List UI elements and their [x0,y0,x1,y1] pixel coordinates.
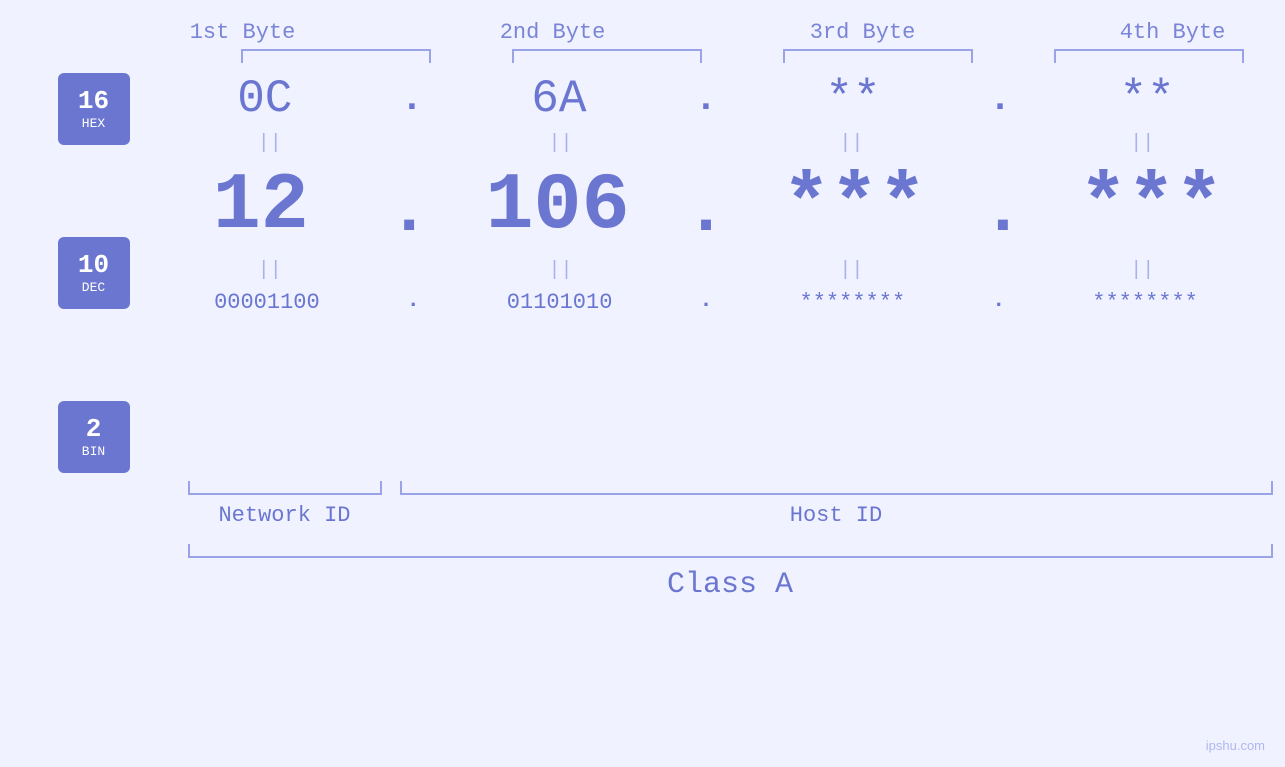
byte4-header: 4th Byte [1048,20,1285,45]
host-id-label: Host ID [400,503,1273,528]
bracket-top-2 [512,49,702,63]
byte-headers: 1st Byte 2nd Byte 3rd Byte 4th Byte [88,20,1285,45]
top-brackets [200,49,1285,63]
hex-row: 0C . 6A . ** . ** [140,73,1273,125]
byte2-header: 2nd Byte [428,20,678,45]
id-labels-row: Network ID Host ID [188,503,1273,528]
bracket-network [188,481,382,495]
hex-name: HEX [82,116,105,131]
sep1-b3: || [726,132,976,155]
bottom-brackets [188,481,1273,495]
hex-b1: 0C [150,73,380,125]
sep2-b1: || [145,259,395,282]
bin-badge: 2 BIN [58,401,130,473]
bracket-top-4 [1054,49,1244,63]
bin-row: 00001100 . 01101010 . ******** . *******… [140,288,1273,317]
bin-b3: ******** [737,290,967,315]
sep2-b4: || [1017,259,1267,282]
hex-dot2: . [695,78,718,125]
bin-dot2: . [699,288,712,317]
dec-number: 10 [78,251,109,280]
hex-dot3: . [989,78,1012,125]
bracket-top-3 [783,49,973,63]
bin-dot3: . [992,288,1005,317]
bracket-host [400,481,1273,495]
bin-number: 2 [86,415,102,444]
dec-b3: *** [739,161,969,252]
dec-b4: *** [1036,161,1266,252]
sep1-b2: || [436,132,686,155]
hex-b4: ** [1032,73,1262,125]
dec-b1: 12 [146,161,376,252]
hex-b3: ** [738,73,968,125]
sep1-b1: || [145,132,395,155]
dec-row: 12 . 106 . *** . *** [140,161,1273,252]
dec-dot3: . [982,173,1024,252]
main-container: 1st Byte 2nd Byte 3rd Byte 4th Byte 16 H… [0,0,1285,767]
dec-name: DEC [82,280,105,295]
dec-badge: 10 DEC [58,237,130,309]
dec-dot2: . [685,173,727,252]
network-id-label: Network ID [188,503,382,528]
bin-b4: ******** [1030,290,1260,315]
main-content: 16 HEX 10 DEC 2 BIN 0C . 6A . ** [13,73,1273,473]
bin-name: BIN [82,444,105,459]
sep2-b3: || [726,259,976,282]
hex-b2: 6A [444,73,674,125]
bin-b2: 01101010 [445,290,675,315]
dec-b2: 106 [443,161,673,252]
sep-row-1: || || || || [140,125,1273,161]
class-label: Class A [188,568,1273,602]
watermark: ipshu.com [1206,738,1265,753]
hex-number: 16 [78,87,109,116]
hex-badge: 16 HEX [58,73,130,145]
base-labels: 16 HEX 10 DEC 2 BIN [58,73,130,473]
rows-container: 0C . 6A . ** . ** || || || || 12 [140,73,1273,473]
bracket-top-1 [241,49,431,63]
sep2-b2: || [436,259,686,282]
byte3-header: 3rd Byte [738,20,988,45]
bottom-section: Network ID Host ID Class A [13,481,1273,602]
bin-b1: 00001100 [152,290,382,315]
sep1-b4: || [1017,132,1267,155]
sep-row-2: || || || || [140,252,1273,288]
dec-dot1: . [388,173,430,252]
full-bottom-bracket [188,544,1273,558]
hex-dot1: . [400,78,423,125]
byte1-header: 1st Byte [118,20,368,45]
bin-dot1: . [407,288,420,317]
